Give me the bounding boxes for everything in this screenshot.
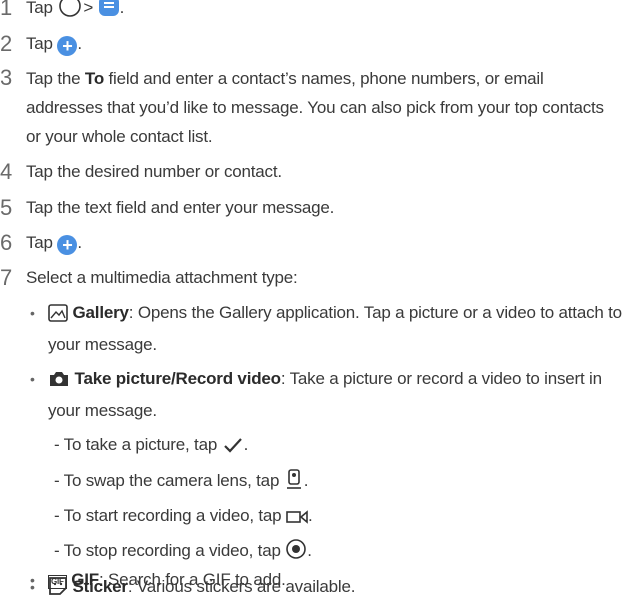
- step-number: 4: [0, 159, 13, 184]
- step-text: Tap the text field and enter your messag…: [26, 198, 335, 217]
- step-text: Tap: [26, 0, 53, 17]
- sub-swap-lens: - To swap the camera lens, tap .: [54, 467, 308, 499]
- bullet-dot: •: [30, 305, 35, 321]
- gallery-title: Gallery: [72, 303, 129, 322]
- step-text: Tap: [26, 34, 53, 53]
- step-number: 3: [0, 65, 13, 90]
- swap-camera-icon: [284, 468, 304, 499]
- check-icon: [222, 435, 244, 463]
- video-icon: [286, 506, 308, 534]
- gallery-desc: : Opens the Gallery application. Tap a p…: [48, 303, 622, 354]
- sticker-title: Sticker: [72, 577, 129, 596]
- sticker-desc: : Various stickers are available.: [127, 577, 356, 596]
- sub-stop-recording: - To stop recording a video, tap .: [54, 537, 312, 569]
- plus-icon: +: [57, 235, 78, 255]
- step-number: 5: [0, 195, 13, 220]
- message-app-icon: [98, 0, 120, 26]
- step-number: 2: [0, 31, 13, 56]
- separator: >: [83, 0, 94, 17]
- sub-take-picture: - To take a picture, tap .: [54, 431, 248, 463]
- step-number: 1: [0, 0, 13, 20]
- step-text: Tap: [26, 233, 53, 252]
- stop-record-icon: [285, 538, 307, 569]
- plus-icon: +: [57, 36, 78, 56]
- step-text: Tap the desired number or contact.: [26, 162, 282, 181]
- camera-icon: [48, 369, 70, 397]
- step-text: Tap the To field and enter a contact’s n…: [26, 69, 604, 146]
- take-picture-title: Take picture/Record video: [74, 369, 282, 388]
- step-number: 6: [0, 230, 13, 255]
- to-field-label: To: [84, 69, 104, 88]
- gallery-icon: [48, 303, 68, 331]
- step-number: 7: [0, 265, 13, 290]
- circle-icon: [57, 0, 83, 26]
- sub-start-recording: - To start recording a video, tap .: [54, 502, 313, 534]
- step-text: Select a multimedia attachment type:: [26, 268, 298, 287]
- sticker-icon: [48, 576, 68, 605]
- bullet-dot: •: [30, 579, 35, 595]
- bullet-dot: •: [30, 371, 35, 387]
